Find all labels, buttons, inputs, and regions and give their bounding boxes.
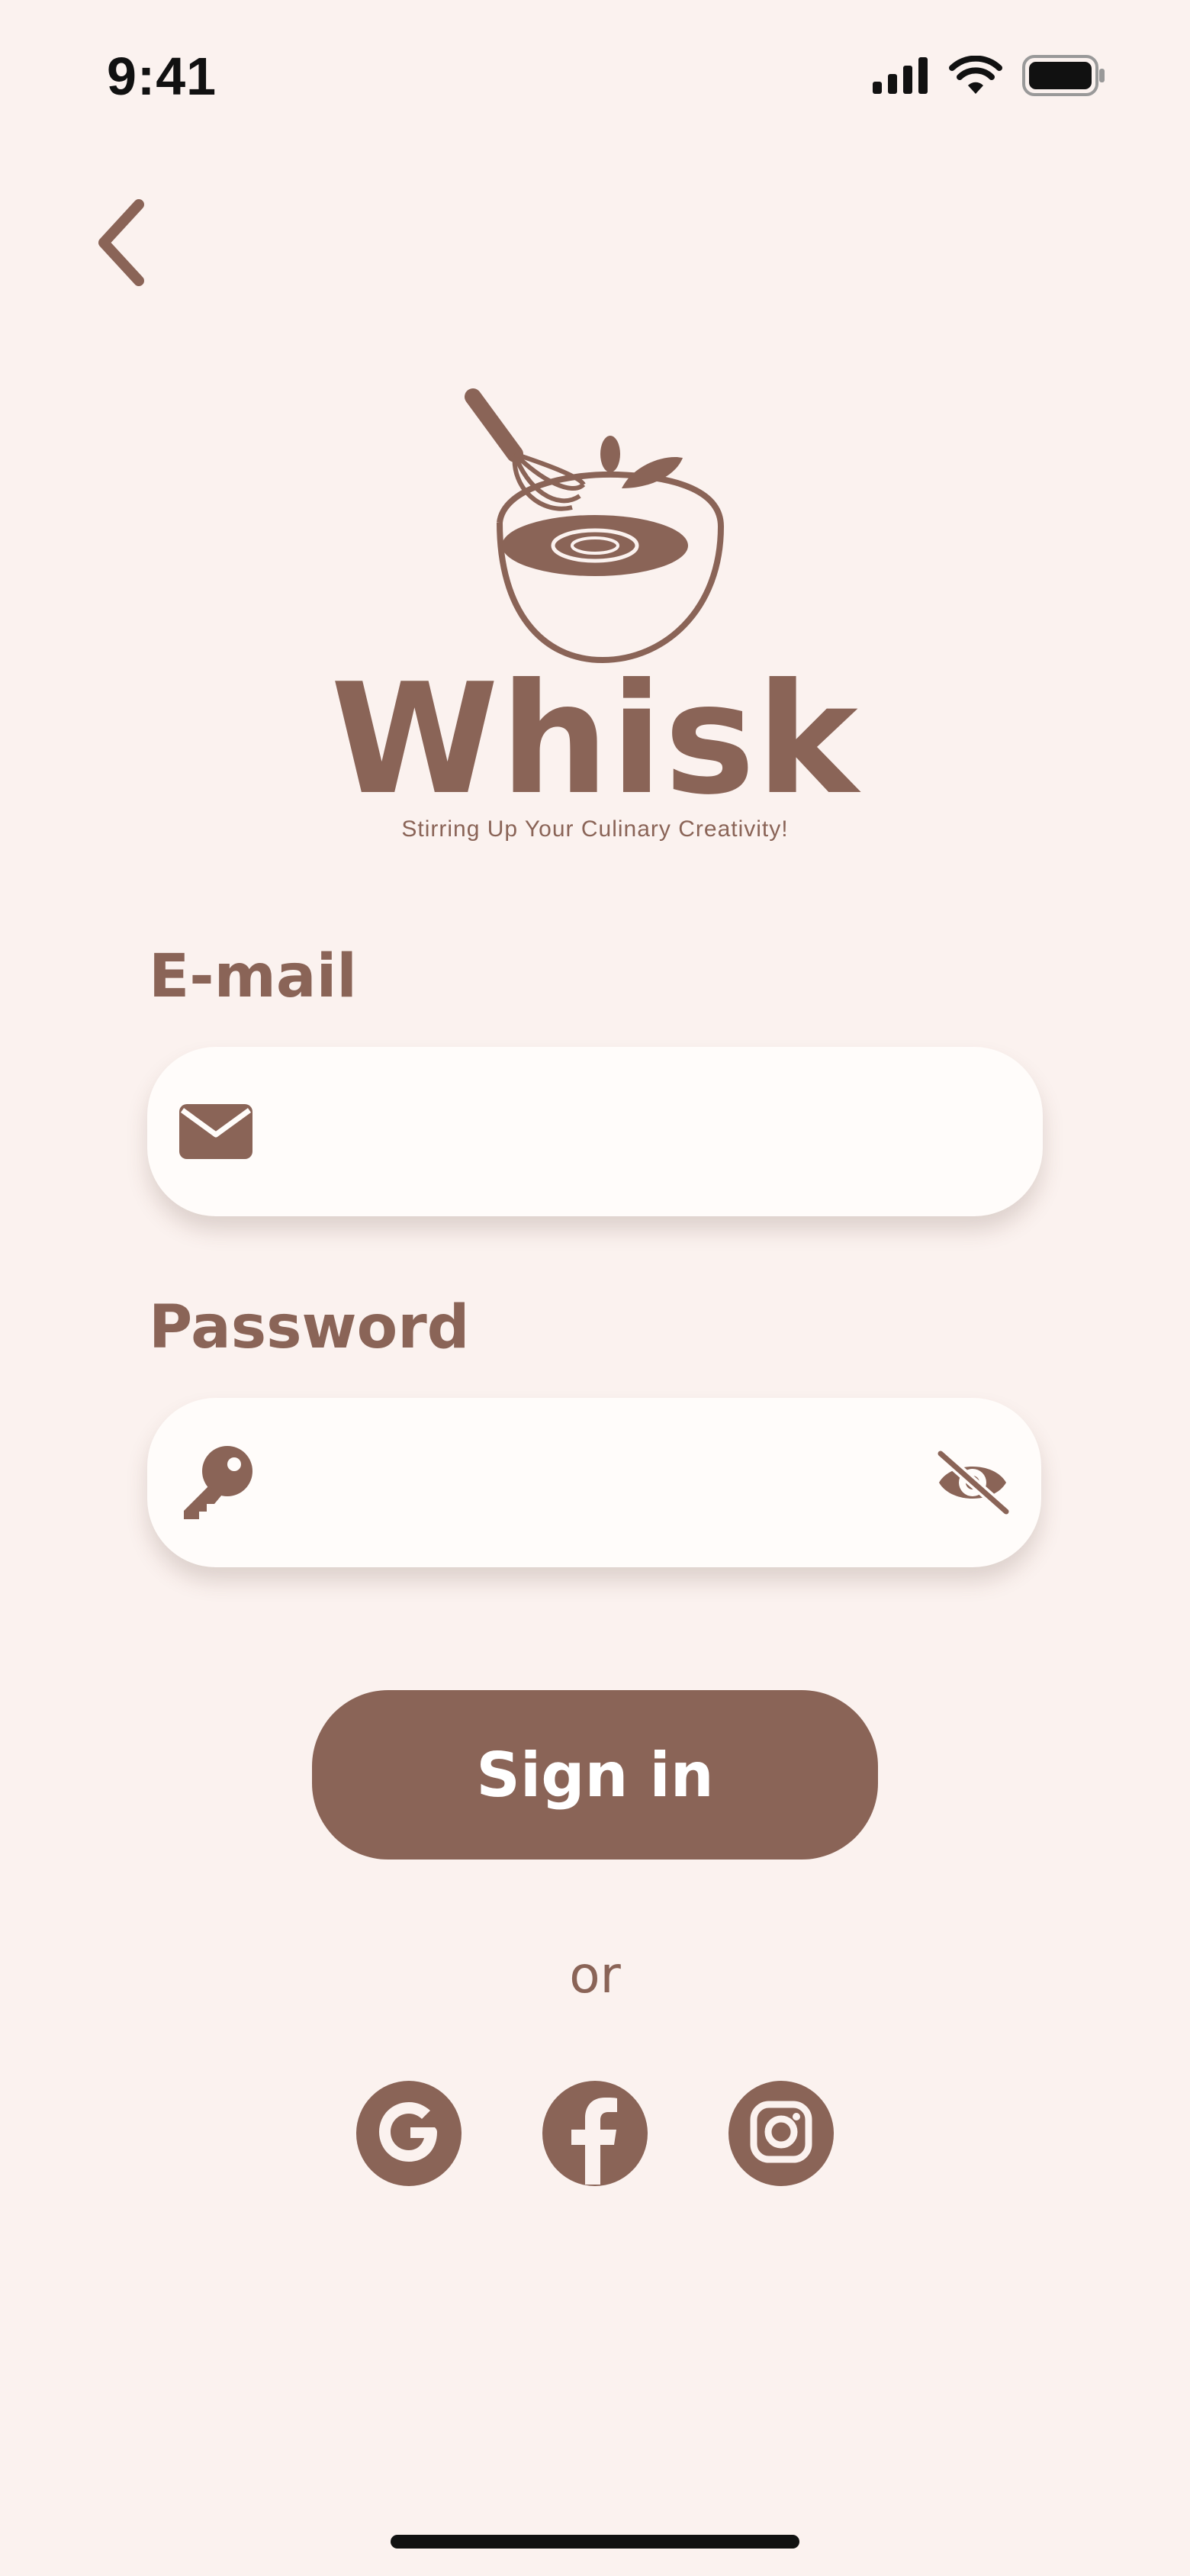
key-icon xyxy=(147,1398,277,1567)
battery-icon xyxy=(1022,55,1106,100)
home-indicator xyxy=(391,2535,799,2549)
chevron-left-icon xyxy=(92,197,153,292)
instagram-icon xyxy=(743,2094,819,2174)
or-divider: or xyxy=(569,1946,621,2004)
sign-in-button[interactable]: Sign in xyxy=(312,1690,878,1860)
eye-slash-icon[interactable] xyxy=(934,1398,1041,1567)
envelope-icon xyxy=(147,1047,277,1216)
whisk-bowl-logo-icon xyxy=(458,382,732,671)
instagram-button[interactable] xyxy=(728,2081,834,2186)
email-field[interactable] xyxy=(277,1047,1043,1216)
facebook-icon xyxy=(542,2079,648,2188)
social-login-row xyxy=(0,2081,1190,2186)
password-field-container[interactable] xyxy=(147,1398,1041,1567)
signal-icon xyxy=(871,57,929,98)
brand-tagline: Stirring Up Your Culinary Creativity! xyxy=(401,816,789,842)
google-icon xyxy=(371,2094,447,2174)
wifi-icon xyxy=(949,55,1002,99)
facebook-button[interactable] xyxy=(542,2081,648,2186)
password-label: Password xyxy=(149,1293,470,1362)
password-field[interactable] xyxy=(277,1398,934,1567)
email-field-container[interactable] xyxy=(147,1047,1043,1216)
status-time: 9:41 xyxy=(107,47,217,106)
brand-title: Whisk xyxy=(330,651,860,829)
email-label: E-mail xyxy=(149,942,358,1011)
back-button[interactable] xyxy=(76,191,168,298)
status-icons xyxy=(871,55,1106,100)
google-button[interactable] xyxy=(356,2081,462,2186)
